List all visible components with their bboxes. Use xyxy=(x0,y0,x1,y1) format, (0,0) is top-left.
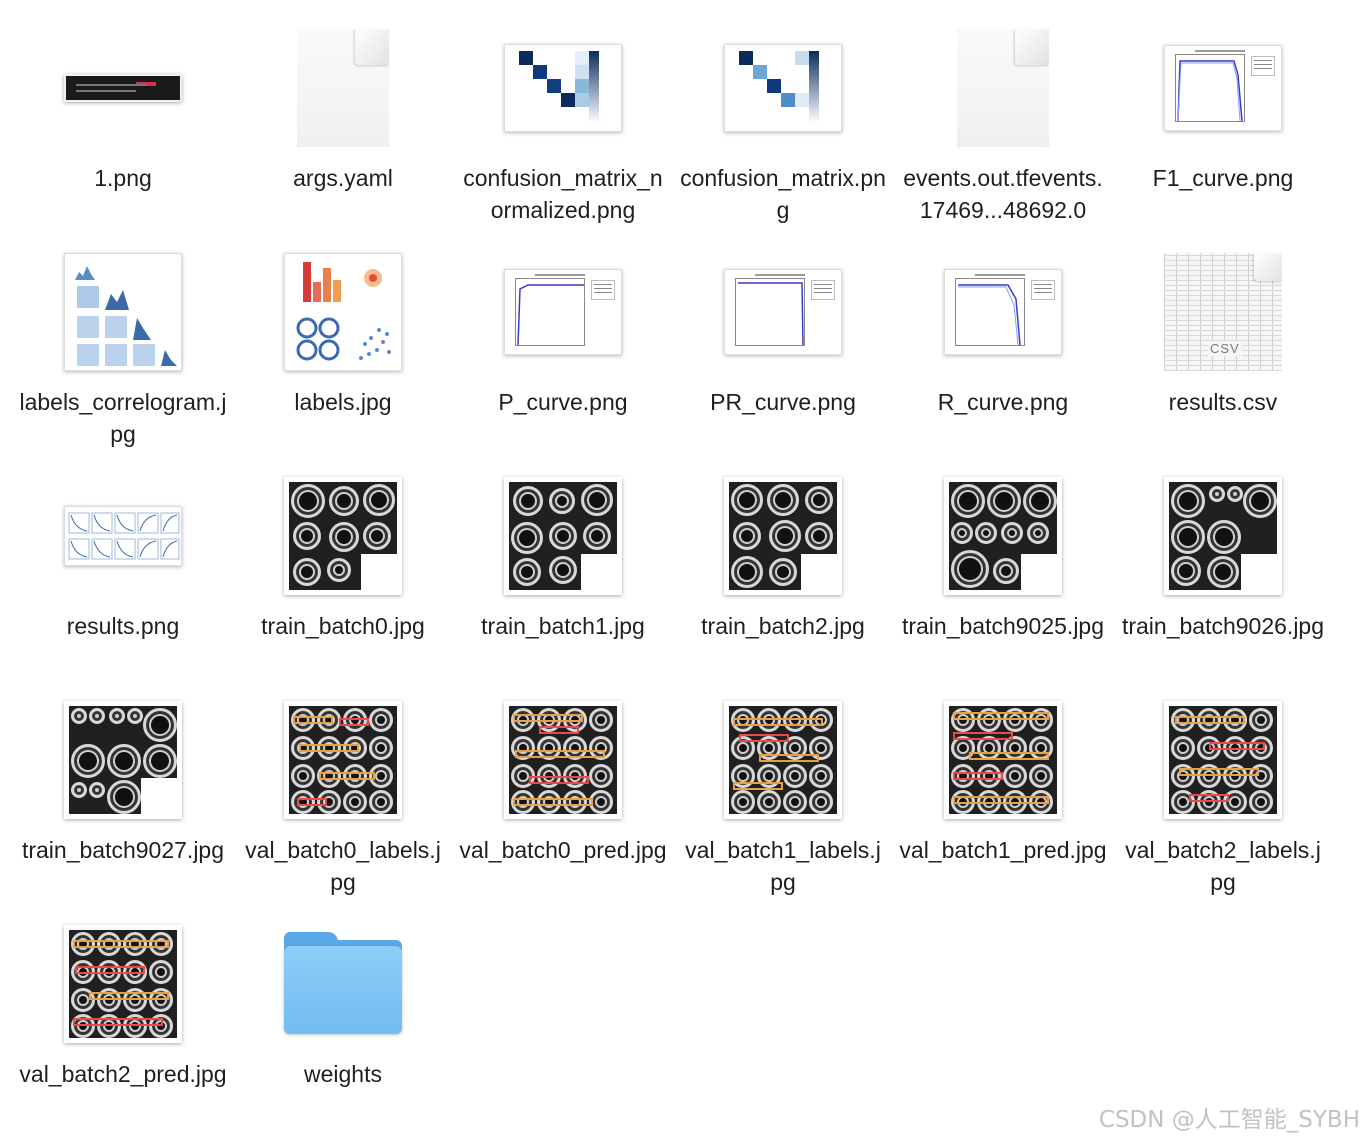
file-item[interactable]: confusion_matrix.png xyxy=(673,10,893,234)
file-name: val_batch1_labels.jpg xyxy=(685,837,881,895)
file-item[interactable]: val_batch1_pred.jpg xyxy=(893,682,1113,906)
file-name: train_batch9026.jpg xyxy=(1121,613,1325,639)
file-name: confusion_matrix_normalized.png xyxy=(463,165,663,223)
image-thumbnail xyxy=(1164,477,1282,595)
file-name: P_curve.png xyxy=(498,389,628,415)
image-thumbnail xyxy=(504,701,622,819)
file-name: train_batch2.jpg xyxy=(701,613,865,639)
file-name: results.csv xyxy=(1168,389,1278,415)
file-name: events.out.tfevents.17469...48692.0 xyxy=(903,165,1103,223)
file-item[interactable]: weights xyxy=(233,906,453,1130)
file-name: confusion_matrix.png xyxy=(680,165,886,223)
file-item[interactable]: F1_curve.png xyxy=(1113,10,1333,234)
csv-badge: CSV xyxy=(1208,341,1242,356)
file-name: val_batch1_pred.jpg xyxy=(899,837,1107,863)
file-item[interactable]: val_batch0_labels.jpg xyxy=(233,682,453,906)
correlogram-thumbnail xyxy=(64,253,182,371)
file-item[interactable]: P_curve.png xyxy=(453,234,673,458)
image-thumbnail xyxy=(64,74,182,102)
file-name: train_batch9025.jpg xyxy=(901,613,1105,639)
confusion-matrix-thumbnail xyxy=(724,44,842,132)
image-thumbnail xyxy=(724,701,842,819)
file-name: val_batch0_pred.jpg xyxy=(459,837,667,863)
file-name: labels_correlogram.jpg xyxy=(19,389,227,447)
file-name: results.png xyxy=(66,613,180,639)
curve-line xyxy=(1177,60,1243,122)
image-thumbnail xyxy=(1164,701,1282,819)
file-item[interactable]: R_curve.png xyxy=(893,234,1113,458)
image-thumbnail xyxy=(944,477,1062,595)
file-name: val_batch2_labels.jpg xyxy=(1125,837,1321,895)
folder-icon xyxy=(284,932,402,1036)
curve-line xyxy=(517,284,584,346)
file-name: args.yaml xyxy=(293,165,393,191)
file-item[interactable]: PR_curve.png xyxy=(673,234,893,458)
file-name: R_curve.png xyxy=(937,389,1069,415)
file-name: weights xyxy=(304,1061,382,1087)
image-thumbnail xyxy=(64,701,182,819)
image-thumbnail xyxy=(724,477,842,595)
file-item[interactable]: train_batch9027.jpg xyxy=(13,682,233,906)
file-item[interactable]: train_batch9026.jpg xyxy=(1113,458,1333,682)
file-item[interactable]: events.out.tfevents.17469...48692.0 xyxy=(893,10,1113,234)
file-item[interactable]: labels.jpg xyxy=(233,234,453,458)
file-item[interactable]: confusion_matrix_normalized.png xyxy=(453,10,673,234)
image-thumbnail xyxy=(284,477,402,595)
file-name: val_batch0_labels.jpg xyxy=(245,837,441,895)
file-name: PR_curve.png xyxy=(710,389,856,415)
file-item[interactable]: labels_correlogram.jpg xyxy=(13,234,233,458)
image-thumbnail xyxy=(64,925,182,1043)
image-thumbnail xyxy=(944,701,1062,819)
file-item[interactable]: results.png xyxy=(13,458,233,682)
file-item[interactable]: val_batch2_pred.jpg xyxy=(13,906,233,1130)
file-item[interactable]: val_batch1_labels.jpg xyxy=(673,682,893,906)
curve-thumbnail xyxy=(504,269,622,355)
file-item[interactable]: 1.png xyxy=(13,10,233,234)
curve-thumbnail xyxy=(724,269,842,355)
image-thumbnail xyxy=(504,477,622,595)
curve-thumbnail xyxy=(1164,45,1282,131)
curve-thumbnail xyxy=(944,269,1062,355)
file-name: train_batch0.jpg xyxy=(261,613,425,639)
file-item[interactable]: train_batch0.jpg xyxy=(233,458,453,682)
file-name: labels.jpg xyxy=(294,389,392,415)
file-item[interactable]: train_batch9025.jpg xyxy=(893,458,1113,682)
file-name: 1.png xyxy=(94,165,152,191)
confusion-matrix-thumbnail xyxy=(504,44,622,132)
image-thumbnail xyxy=(284,701,402,819)
file-item[interactable]: train_batch2.jpg xyxy=(673,458,893,682)
file-grid: 1.png args.yaml confusion_matrix_normali… xyxy=(13,10,1333,1130)
file-name: F1_curve.png xyxy=(1152,165,1294,191)
results-thumbnail xyxy=(64,506,182,566)
file-item[interactable]: val_batch0_pred.jpg xyxy=(453,682,673,906)
file-name: train_batch1.jpg xyxy=(481,613,645,639)
labels-thumbnail xyxy=(284,253,402,371)
file-item[interactable]: train_batch1.jpg xyxy=(453,458,673,682)
curve-line xyxy=(958,284,1021,346)
curve-line xyxy=(738,282,804,346)
file-name: val_batch2_pred.jpg xyxy=(19,1061,227,1087)
file-name: train_batch9027.jpg xyxy=(21,837,225,863)
file-item[interactable]: args.yaml xyxy=(233,10,453,234)
file-item[interactable]: CSV results.csv xyxy=(1113,234,1333,458)
watermark: CSDN @人工智能_SYBH xyxy=(1098,1107,1360,1133)
file-item[interactable]: val_batch2_labels.jpg xyxy=(1113,682,1333,906)
